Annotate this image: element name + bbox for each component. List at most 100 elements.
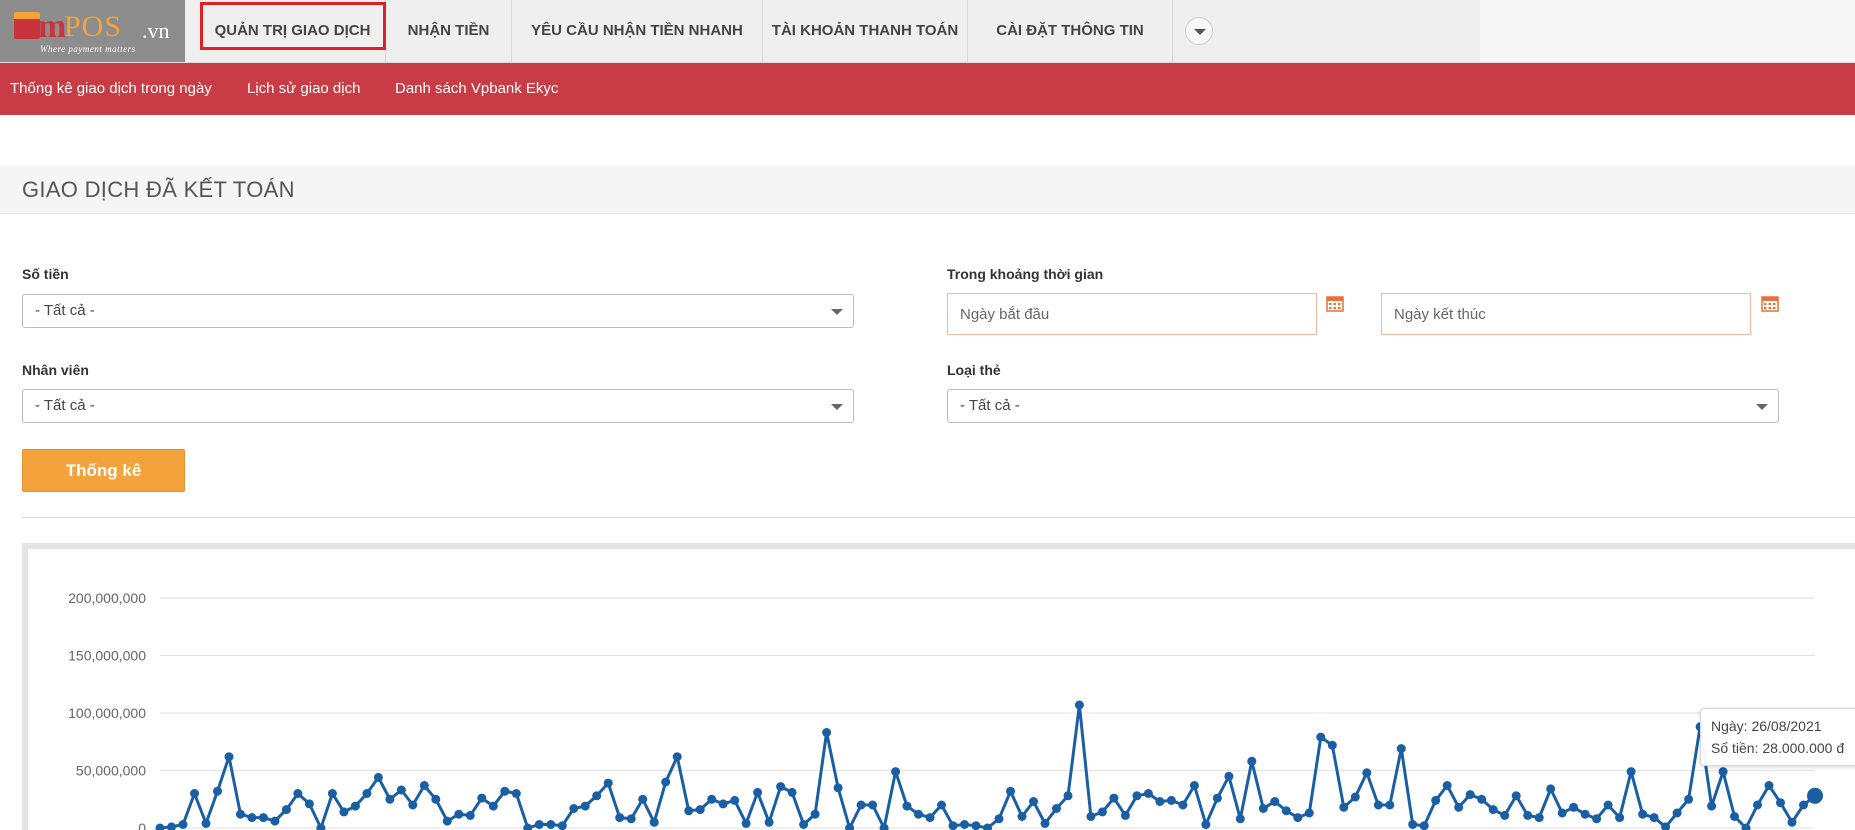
data-point[interactable]	[1787, 817, 1797, 827]
data-point[interactable]	[1419, 821, 1429, 830]
data-point[interactable]	[1557, 808, 1567, 818]
data-point[interactable]	[638, 794, 648, 804]
data-point[interactable]	[1615, 813, 1625, 823]
data-point[interactable]	[730, 795, 740, 805]
data-point[interactable]	[1718, 767, 1728, 777]
data-point[interactable]	[1327, 740, 1337, 750]
data-point[interactable]	[868, 800, 878, 810]
data-point[interactable]	[1707, 801, 1717, 811]
data-point[interactable]	[960, 820, 969, 829]
data-point[interactable]	[465, 810, 475, 820]
data-point[interactable]	[1258, 804, 1268, 813]
data-point[interactable]	[580, 801, 590, 811]
data-point[interactable]	[753, 787, 763, 797]
highlighted-data-point[interactable]	[1807, 787, 1823, 804]
data-point[interactable]	[1523, 810, 1533, 820]
data-point[interactable]	[270, 816, 280, 826]
data-point[interactable]	[1730, 812, 1739, 821]
data-point[interactable]	[1281, 806, 1291, 816]
data-point[interactable]	[1511, 791, 1521, 801]
data-point[interactable]	[810, 809, 820, 819]
data-point[interactable]	[1120, 810, 1130, 820]
data-point[interactable]	[488, 801, 498, 811]
data-point[interactable]	[1074, 700, 1084, 710]
data-point[interactable]	[1155, 797, 1165, 806]
data-point[interactable]	[994, 814, 1004, 824]
data-point[interactable]	[339, 807, 349, 817]
data-point[interactable]	[1638, 809, 1648, 819]
data-point[interactable]	[707, 794, 717, 804]
data-point[interactable]	[1362, 768, 1372, 778]
data-point[interactable]	[615, 813, 625, 823]
data-point[interactable]	[534, 820, 544, 829]
data-point[interactable]	[1465, 790, 1475, 800]
data-point[interactable]	[1488, 805, 1498, 815]
data-point[interactable]	[776, 782, 786, 792]
data-point[interactable]	[822, 728, 832, 737]
data-point[interactable]	[1546, 784, 1556, 794]
data-point[interactable]	[1132, 791, 1142, 801]
data-point[interactable]	[1534, 813, 1544, 823]
data-point[interactable]	[1040, 818, 1050, 828]
data-point[interactable]	[304, 799, 314, 809]
data-point[interactable]	[1753, 800, 1762, 810]
data-point[interactable]	[442, 816, 452, 826]
data-point[interactable]	[971, 821, 981, 830]
data-point[interactable]	[1224, 771, 1234, 781]
data-point[interactable]	[1569, 802, 1579, 812]
data-point[interactable]	[1029, 797, 1038, 806]
data-point[interactable]	[569, 804, 579, 813]
data-point[interactable]	[1086, 812, 1096, 821]
data-point[interactable]	[1580, 809, 1590, 819]
data-point[interactable]	[603, 778, 613, 788]
data-point[interactable]	[1097, 807, 1107, 817]
data-point[interactable]	[408, 800, 418, 810]
data-point[interactable]	[385, 794, 395, 804]
data-point[interactable]	[1764, 781, 1774, 790]
data-point[interactable]	[1500, 810, 1510, 820]
data-point[interactable]	[224, 752, 234, 762]
data-point[interactable]	[477, 793, 487, 803]
data-point[interactable]	[1385, 800, 1395, 810]
data-point[interactable]	[1052, 804, 1061, 813]
data-point[interactable]	[1776, 798, 1785, 808]
data-point[interactable]	[178, 820, 188, 829]
data-point[interactable]	[258, 813, 268, 823]
data-point[interactable]	[902, 801, 912, 811]
data-point[interactable]	[672, 752, 682, 762]
data-point[interactable]	[1247, 756, 1257, 766]
data-point[interactable]	[1442, 781, 1452, 790]
data-point[interactable]	[1270, 797, 1280, 806]
data-point[interactable]	[293, 789, 303, 798]
data-point[interactable]	[799, 820, 809, 829]
data-point[interactable]	[1212, 793, 1222, 803]
data-point[interactable]	[396, 785, 406, 795]
data-point[interactable]	[1316, 732, 1326, 742]
data-point[interactable]	[511, 789, 521, 798]
data-point[interactable]	[155, 823, 165, 830]
data-point[interactable]	[741, 818, 751, 828]
data-point[interactable]	[1178, 800, 1188, 810]
data-point[interactable]	[1431, 795, 1441, 805]
data-point[interactable]	[1684, 794, 1694, 804]
data-point[interactable]	[167, 822, 176, 830]
data-point[interactable]	[247, 813, 257, 823]
data-point[interactable]	[1350, 792, 1360, 802]
data-point[interactable]	[856, 800, 866, 810]
data-point[interactable]	[1006, 786, 1015, 796]
data-point[interactable]	[1396, 744, 1406, 754]
data-point[interactable]	[557, 821, 567, 830]
data-point[interactable]	[937, 800, 946, 810]
data-point[interactable]	[891, 767, 901, 777]
data-point[interactable]	[1109, 793, 1119, 803]
data-point[interactable]	[1672, 808, 1682, 818]
data-point[interactable]	[1339, 802, 1349, 812]
data-point[interactable]	[1649, 813, 1659, 823]
data-point[interactable]	[592, 791, 602, 801]
data-point[interactable]	[350, 801, 360, 811]
data-point[interactable]	[236, 809, 245, 819]
data-point[interactable]	[431, 794, 441, 804]
data-point[interactable]	[1201, 820, 1211, 829]
data-point[interactable]	[362, 789, 372, 798]
data-point[interactable]	[546, 820, 556, 829]
